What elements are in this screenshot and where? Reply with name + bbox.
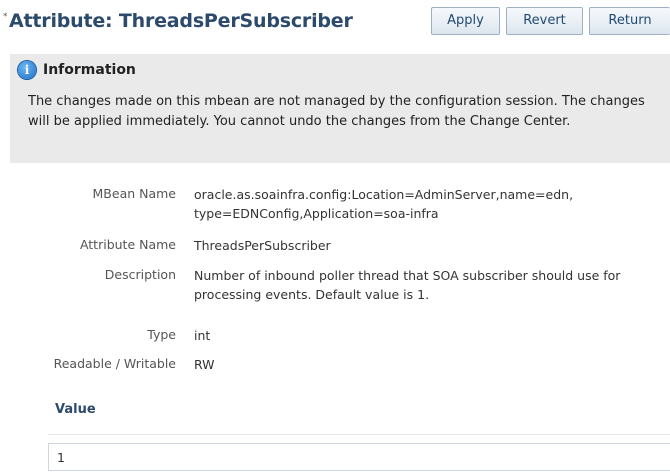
mbean-name-value: oracle.as.soainfra.config:Location=Admin…	[194, 187, 574, 221]
value-section-title: Value	[55, 402, 96, 417]
return-button[interactable]: Return	[589, 7, 670, 35]
information-title: Information	[43, 62, 136, 78]
page-header: * Attribute: ThreadsPerSubscriber Apply …	[0, 0, 670, 46]
description-value: Number of inbound poller thread that SOA…	[194, 268, 621, 302]
readable-writable-label: Readable / Writable	[53, 356, 176, 371]
value-input[interactable]	[48, 443, 670, 471]
mbean-name-label: MBean Name	[92, 186, 176, 201]
description-label: Description	[104, 267, 176, 282]
type-label: Type	[147, 327, 176, 342]
apply-button[interactable]: Apply	[431, 7, 500, 35]
page-title: Attribute: ThreadsPerSubscriber	[9, 10, 353, 32]
type-value: int	[194, 328, 211, 343]
information-message: The changes made on this mbean are not m…	[28, 94, 645, 129]
attribute-name-label: Attribute Name	[79, 237, 176, 252]
info-icon: i	[18, 61, 36, 79]
readable-writable-value: RW	[194, 357, 215, 372]
information-message-box: i Information The changes made on this m…	[10, 54, 670, 163]
required-marker: *	[3, 12, 8, 22]
attribute-name-value: ThreadsPerSubscriber	[194, 238, 331, 253]
revert-button[interactable]: Revert	[506, 7, 583, 35]
value-divider	[48, 434, 670, 435]
